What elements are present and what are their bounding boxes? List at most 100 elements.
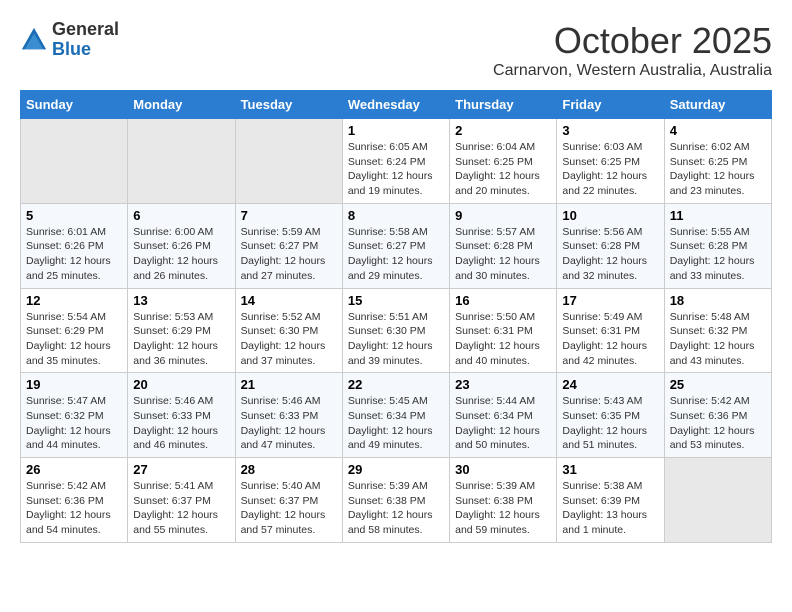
week-row-3: 12 Sunrise: 5:54 AM Sunset: 6:29 PM Dayli… bbox=[21, 288, 772, 373]
calendar-cell: 24 Sunrise: 5:43 AM Sunset: 6:35 PM Dayli… bbox=[557, 373, 664, 458]
cell-content: Sunrise: 5:43 AM Sunset: 6:35 PM Dayligh… bbox=[562, 394, 658, 453]
day-number: 21 bbox=[241, 377, 337, 392]
day-number: 16 bbox=[455, 293, 551, 308]
calendar-cell: 28 Sunrise: 5:40 AM Sunset: 6:37 PM Dayli… bbox=[235, 458, 342, 543]
day-header-monday: Monday bbox=[128, 91, 235, 119]
cell-content: Sunrise: 5:48 AM Sunset: 6:32 PM Dayligh… bbox=[670, 310, 766, 369]
day-number: 15 bbox=[348, 293, 444, 308]
day-header-saturday: Saturday bbox=[664, 91, 771, 119]
calendar-cell: 19Sunrise: 5:47 AM Sunset: 6:32 PM Dayli… bbox=[21, 373, 128, 458]
location-subtitle: Carnarvon, Western Australia, Australia bbox=[493, 62, 772, 80]
day-header-sunday: Sunday bbox=[21, 91, 128, 119]
calendar-cell: 13 Sunrise: 5:53 AM Sunset: 6:29 PM Dayli… bbox=[128, 288, 235, 373]
calendar-cell: 1Sunrise: 6:05 AM Sunset: 6:24 PM Daylig… bbox=[342, 119, 449, 204]
month-title: October 2025 bbox=[493, 20, 772, 62]
calendar-cell bbox=[664, 458, 771, 543]
cell-content: Sunrise: 5:57 AM Sunset: 6:28 PM Dayligh… bbox=[455, 225, 551, 284]
calendar-cell: 17 Sunrise: 5:49 AM Sunset: 6:31 PM Dayli… bbox=[557, 288, 664, 373]
calendar-cell: 21 Sunrise: 5:46 AM Sunset: 6:33 PM Dayli… bbox=[235, 373, 342, 458]
calendar-cell: 16 Sunrise: 5:50 AM Sunset: 6:31 PM Dayli… bbox=[450, 288, 557, 373]
day-number: 27 bbox=[133, 462, 229, 477]
header-row: SundayMondayTuesdayWednesdayThursdayFrid… bbox=[21, 91, 772, 119]
cell-content: Sunrise: 5:39 AM Sunset: 6:38 PM Dayligh… bbox=[348, 479, 444, 538]
cell-content: Sunrise: 5:54 AM Sunset: 6:29 PM Dayligh… bbox=[26, 310, 122, 369]
calendar-cell: 29Sunrise: 5:39 AM Sunset: 6:38 PM Dayli… bbox=[342, 458, 449, 543]
day-number: 3 bbox=[562, 123, 658, 138]
day-number: 18 bbox=[670, 293, 766, 308]
day-number: 28 bbox=[241, 462, 337, 477]
calendar-cell: 22Sunrise: 5:45 AM Sunset: 6:34 PM Dayli… bbox=[342, 373, 449, 458]
day-number: 31 bbox=[562, 462, 658, 477]
cell-content: Sunrise: 5:42 AM Sunset: 6:36 PM Dayligh… bbox=[26, 479, 122, 538]
cell-content: Sunrise: 6:02 AM Sunset: 6:25 PM Dayligh… bbox=[670, 140, 766, 199]
cell-content: Sunrise: 5:42 AM Sunset: 6:36 PM Dayligh… bbox=[670, 394, 766, 453]
cell-content: Sunrise: 5:39 AM Sunset: 6:38 PM Dayligh… bbox=[455, 479, 551, 538]
week-row-2: 5Sunrise: 6:01 AM Sunset: 6:26 PM Daylig… bbox=[21, 203, 772, 288]
calendar-cell: 12 Sunrise: 5:54 AM Sunset: 6:29 PM Dayli… bbox=[21, 288, 128, 373]
cell-content: Sunrise: 5:38 AM Sunset: 6:39 PM Dayligh… bbox=[562, 479, 658, 538]
calendar-cell: 7Sunrise: 5:59 AM Sunset: 6:27 PM Daylig… bbox=[235, 203, 342, 288]
calendar-cell: 20 Sunrise: 5:46 AM Sunset: 6:33 PM Dayli… bbox=[128, 373, 235, 458]
calendar-cell: 27Sunrise: 5:41 AM Sunset: 6:37 PM Dayli… bbox=[128, 458, 235, 543]
day-number: 8 bbox=[348, 208, 444, 223]
day-number: 1 bbox=[348, 123, 444, 138]
cell-content: Sunrise: 5:46 AM Sunset: 6:33 PM Dayligh… bbox=[133, 394, 229, 453]
day-number: 24 bbox=[562, 377, 658, 392]
calendar-cell: 9Sunrise: 5:57 AM Sunset: 6:28 PM Daylig… bbox=[450, 203, 557, 288]
page-header: General Blue October 2025 Carnarvon, Wes… bbox=[20, 20, 772, 80]
day-number: 2 bbox=[455, 123, 551, 138]
day-number: 4 bbox=[670, 123, 766, 138]
day-number: 11 bbox=[670, 208, 766, 223]
day-header-thursday: Thursday bbox=[450, 91, 557, 119]
calendar-cell bbox=[21, 119, 128, 204]
day-number: 6 bbox=[133, 208, 229, 223]
cell-content: Sunrise: 5:58 AM Sunset: 6:27 PM Dayligh… bbox=[348, 225, 444, 284]
cell-content: Sunrise: 5:49 AM Sunset: 6:31 PM Dayligh… bbox=[562, 310, 658, 369]
logo-text: General Blue bbox=[52, 20, 119, 60]
week-row-4: 19Sunrise: 5:47 AM Sunset: 6:32 PM Dayli… bbox=[21, 373, 772, 458]
calendar-cell: 5Sunrise: 6:01 AM Sunset: 6:26 PM Daylig… bbox=[21, 203, 128, 288]
day-number: 17 bbox=[562, 293, 658, 308]
cell-content: Sunrise: 6:03 AM Sunset: 6:25 PM Dayligh… bbox=[562, 140, 658, 199]
calendar-cell: 18 Sunrise: 5:48 AM Sunset: 6:32 PM Dayli… bbox=[664, 288, 771, 373]
calendar-cell: 26 Sunrise: 5:42 AM Sunset: 6:36 PM Dayli… bbox=[21, 458, 128, 543]
cell-content: Sunrise: 5:53 AM Sunset: 6:29 PM Dayligh… bbox=[133, 310, 229, 369]
calendar-cell: 30Sunrise: 5:39 AM Sunset: 6:38 PM Dayli… bbox=[450, 458, 557, 543]
logo-icon bbox=[20, 26, 48, 54]
day-number: 20 bbox=[133, 377, 229, 392]
calendar-cell: 3 Sunrise: 6:03 AM Sunset: 6:25 PM Daylig… bbox=[557, 119, 664, 204]
cell-content: Sunrise: 5:44 AM Sunset: 6:34 PM Dayligh… bbox=[455, 394, 551, 453]
cell-content: Sunrise: 5:52 AM Sunset: 6:30 PM Dayligh… bbox=[241, 310, 337, 369]
day-number: 23 bbox=[455, 377, 551, 392]
cell-content: Sunrise: 5:59 AM Sunset: 6:27 PM Dayligh… bbox=[241, 225, 337, 284]
day-number: 26 bbox=[26, 462, 122, 477]
calendar-cell bbox=[235, 119, 342, 204]
day-header-wednesday: Wednesday bbox=[342, 91, 449, 119]
day-number: 13 bbox=[133, 293, 229, 308]
calendar-cell: 6 Sunrise: 6:00 AM Sunset: 6:26 PM Daylig… bbox=[128, 203, 235, 288]
calendar-cell: 2Sunrise: 6:04 AM Sunset: 6:25 PM Daylig… bbox=[450, 119, 557, 204]
cell-content: Sunrise: 6:00 AM Sunset: 6:26 PM Dayligh… bbox=[133, 225, 229, 284]
cell-content: Sunrise: 6:01 AM Sunset: 6:26 PM Dayligh… bbox=[26, 225, 122, 284]
cell-content: Sunrise: 5:46 AM Sunset: 6:33 PM Dayligh… bbox=[241, 394, 337, 453]
day-number: 10 bbox=[562, 208, 658, 223]
cell-content: Sunrise: 5:56 AM Sunset: 6:28 PM Dayligh… bbox=[562, 225, 658, 284]
logo: General Blue bbox=[20, 20, 119, 60]
cell-content: Sunrise: 5:50 AM Sunset: 6:31 PM Dayligh… bbox=[455, 310, 551, 369]
title-block: October 2025 Carnarvon, Western Australi… bbox=[493, 20, 772, 80]
calendar-cell: 31 Sunrise: 5:38 AM Sunset: 6:39 PM Dayli… bbox=[557, 458, 664, 543]
calendar-cell: 14 Sunrise: 5:52 AM Sunset: 6:30 PM Dayli… bbox=[235, 288, 342, 373]
day-number: 22 bbox=[348, 377, 444, 392]
calendar-cell: 25 Sunrise: 5:42 AM Sunset: 6:36 PM Dayli… bbox=[664, 373, 771, 458]
day-number: 25 bbox=[670, 377, 766, 392]
cell-content: Sunrise: 5:40 AM Sunset: 6:37 PM Dayligh… bbox=[241, 479, 337, 538]
day-number: 14 bbox=[241, 293, 337, 308]
day-number: 12 bbox=[26, 293, 122, 308]
calendar-cell: 11 Sunrise: 5:55 AM Sunset: 6:28 PM Dayli… bbox=[664, 203, 771, 288]
day-header-friday: Friday bbox=[557, 91, 664, 119]
week-row-5: 26 Sunrise: 5:42 AM Sunset: 6:36 PM Dayli… bbox=[21, 458, 772, 543]
cell-content: Sunrise: 5:55 AM Sunset: 6:28 PM Dayligh… bbox=[670, 225, 766, 284]
calendar-cell: 15Sunrise: 5:51 AM Sunset: 6:30 PM Dayli… bbox=[342, 288, 449, 373]
calendar-cell: 8 Sunrise: 5:58 AM Sunset: 6:27 PM Daylig… bbox=[342, 203, 449, 288]
cell-content: Sunrise: 5:47 AM Sunset: 6:32 PM Dayligh… bbox=[26, 394, 122, 453]
